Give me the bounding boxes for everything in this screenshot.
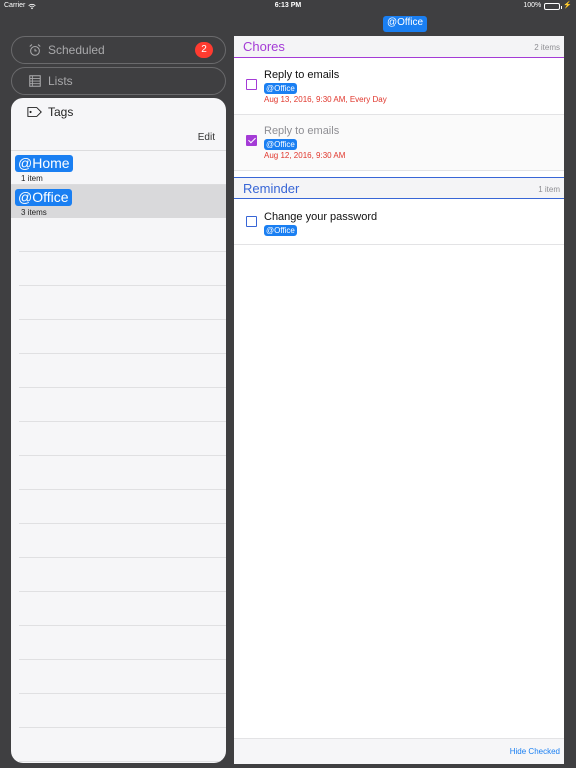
tag-name: @Office	[15, 189, 72, 206]
task-tag: @Office	[264, 83, 297, 94]
tag-count: 1 item	[21, 174, 43, 183]
tags-header: Tags	[11, 98, 226, 126]
section-count: 1 item	[538, 185, 560, 194]
task-title: Change your password	[264, 211, 378, 223]
hide-checked-button[interactable]: Hide Checked	[510, 747, 560, 756]
nav-bar: @Office	[234, 16, 576, 32]
tags-panel: Tags Edit @Home 1 item @Office 3 items	[11, 98, 226, 763]
task-checkbox[interactable]	[246, 79, 257, 90]
task-checkbox-checked[interactable]	[246, 135, 257, 146]
empty-list-rows	[19, 218, 226, 763]
task-checkbox[interactable]	[246, 216, 257, 227]
tag-list: @Home 1 item @Office 3 items	[11, 150, 226, 218]
task-row[interactable]: Reply to emails @Office Aug 13, 2016, 9:…	[234, 59, 564, 115]
section-header-reminder: Reminder 1 item	[234, 177, 564, 199]
scheduled-button[interactable]: Scheduled 2	[11, 36, 226, 64]
edit-button[interactable]: Edit	[198, 132, 215, 143]
scheduled-label: Scheduled	[48, 43, 105, 57]
status-bar: Carrier 6:13 PM 100% ⚡	[0, 0, 576, 12]
task-due-date: Aug 12, 2016, 9:30 AM	[264, 151, 346, 160]
nav-title-tag: @Office	[382, 16, 428, 32]
task-row[interactable]: Reply to emails @Office Aug 12, 2016, 9:…	[234, 115, 564, 171]
lists-button[interactable]: Lists	[11, 67, 226, 95]
alarm-clock-icon	[29, 44, 41, 56]
task-list-content: Chores 2 items Reply to emails @Office A…	[234, 36, 564, 764]
battery-icon	[544, 2, 563, 10]
task-tag: @Office	[264, 139, 297, 150]
tag-row-office[interactable]: @Office 3 items	[11, 184, 226, 218]
tag-icon	[27, 107, 42, 117]
task-title: Reply to emails	[264, 69, 340, 81]
tag-count: 3 items	[21, 208, 47, 217]
section-count: 2 items	[534, 43, 560, 52]
lists-label: Lists	[48, 74, 73, 88]
battery-percent: 100%	[523, 2, 542, 9]
section-title: Chores	[243, 39, 285, 54]
content-footer: Hide Checked	[234, 738, 564, 764]
tag-name: @Home	[15, 155, 73, 172]
status-time: 6:13 PM	[274, 2, 302, 9]
list-icon	[29, 75, 41, 87]
task-row[interactable]: Change your password @Office	[234, 201, 564, 245]
task-tag: @Office	[264, 225, 297, 236]
tags-title: Tags	[48, 105, 74, 119]
section-title: Reminder	[243, 181, 300, 196]
task-title: Reply to emails	[264, 125, 340, 137]
section-header-chores: Chores 2 items	[234, 36, 564, 58]
scheduled-count-badge: 2	[195, 42, 213, 58]
task-due-date: Aug 13, 2016, 9:30 AM, Every Day	[264, 95, 387, 104]
tag-row-home[interactable]: @Home 1 item	[11, 150, 226, 184]
charging-icon: ⚡	[563, 2, 572, 9]
